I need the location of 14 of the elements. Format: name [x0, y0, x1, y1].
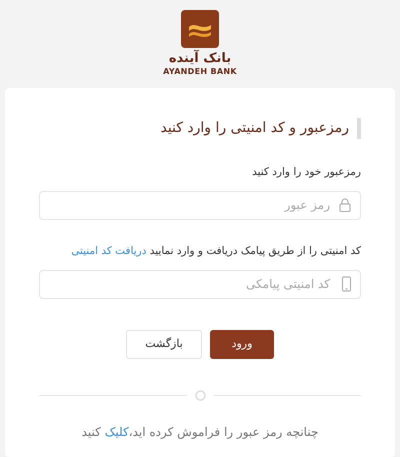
logo-text: AYANDEH BANK	[163, 66, 237, 78]
circle-icon	[194, 390, 206, 400]
phone-icon	[342, 276, 351, 292]
back-button[interactable]: بازگشت	[126, 330, 202, 358]
lock-icon	[339, 198, 351, 212]
forgot-text: چنانچه رمز عبور را فراموش کرده اید،کلیک کنید	[80, 424, 320, 440]
input-field[interactable]: رمز عبور	[39, 190, 361, 220]
input-field[interactable]: کد امنیتی پیامکی	[39, 270, 361, 298]
field-label: رمزعبور خود را وارد کنید	[251, 165, 361, 180]
login-button[interactable]: ورود	[210, 330, 274, 358]
field-label: کد امنیتی را از طریق پیامک دریافت و وارد نمایید دریافت کد امنیتی	[70, 244, 361, 259]
logo-icon	[181, 10, 219, 48]
form-title: رمزعبور و کد امنیتی را وارد کنید	[39, 118, 361, 139]
logo-text: بانک آینده	[168, 52, 232, 66]
